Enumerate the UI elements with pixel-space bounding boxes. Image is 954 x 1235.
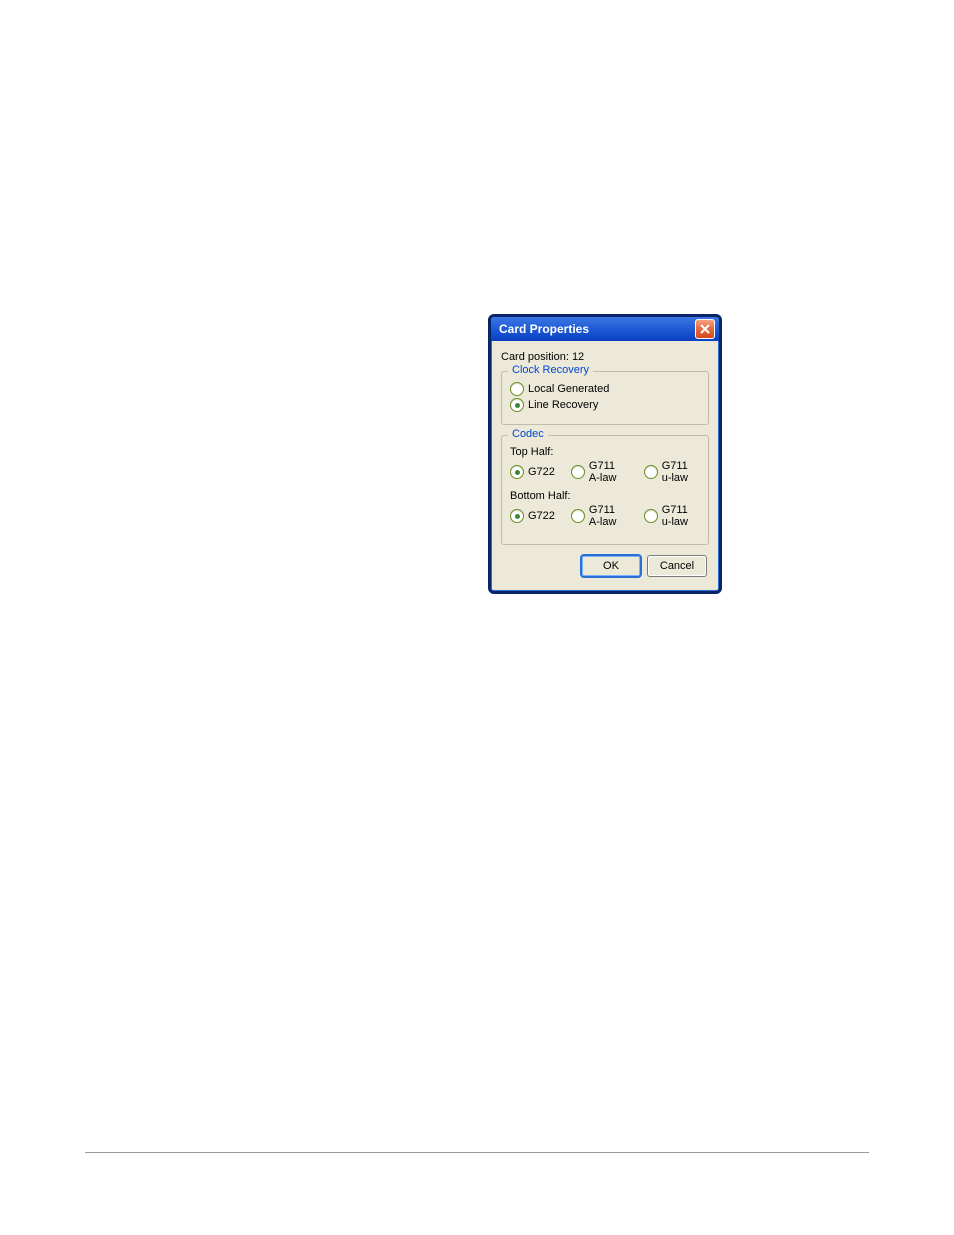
radio-icon [510,382,524,396]
radio-icon [510,465,524,479]
radio-icon [644,509,658,523]
clock-recovery-legend: Clock Recovery [508,364,593,376]
close-button[interactable] [695,319,715,339]
radio-label: G722 [528,510,555,522]
radio-label: Local Generated [528,383,609,395]
radio-top-g711-ulaw[interactable]: G711 u-law [644,460,700,484]
card-position-label: Card position: [501,351,569,363]
titlebar[interactable]: Card Properties [491,317,719,341]
card-position-row: Card position: 12 [501,351,709,363]
ok-button[interactable]: OK [581,555,641,577]
card-position-value: 12 [572,351,584,363]
bottom-half-radio-group: G722 G711 A-law G711 u-law [510,504,700,528]
codec-fieldset: Codec Top Half: G722 G711 A-law G711 u-l… [501,435,709,545]
close-icon [700,324,710,334]
radio-top-g722[interactable]: G722 [510,460,555,484]
bottom-half-label: Bottom Half: [510,490,700,502]
radio-icon [510,509,524,523]
radio-top-g711-alaw[interactable]: G711 A-law [571,460,628,484]
radio-bottom-g711-ulaw[interactable]: G711 u-law [644,504,700,528]
radio-label: G711 A-law [589,504,628,528]
dialog-content: Card position: 12 Clock Recovery Local G… [491,341,719,591]
top-half-label: Top Half: [510,446,700,458]
card-properties-dialog: Card Properties Card position: 12 Clock … [488,314,722,594]
radio-bottom-g722[interactable]: G722 [510,504,555,528]
radio-icon [571,465,585,479]
radio-label: G711 u-law [662,504,700,528]
ok-button-label: OK [603,560,619,572]
radio-label: G711 A-law [589,460,628,484]
radio-label: G722 [528,466,555,478]
radio-label: G711 u-law [662,460,700,484]
page-divider [85,1152,869,1153]
cancel-button[interactable]: Cancel [647,555,707,577]
top-half-radio-group: G722 G711 A-law G711 u-law [510,460,700,484]
radio-icon [644,465,658,479]
radio-label: Line Recovery [528,399,598,411]
codec-legend: Codec [508,428,548,440]
button-row: OK Cancel [501,555,709,581]
clock-recovery-fieldset: Clock Recovery Local Generated Line Reco… [501,371,709,425]
radio-icon [510,398,524,412]
dialog-title: Card Properties [499,322,589,336]
radio-local-generated[interactable]: Local Generated [510,382,700,396]
radio-icon [571,509,585,523]
radio-line-recovery[interactable]: Line Recovery [510,398,700,412]
radio-bottom-g711-alaw[interactable]: G711 A-law [571,504,628,528]
cancel-button-label: Cancel [660,560,694,572]
